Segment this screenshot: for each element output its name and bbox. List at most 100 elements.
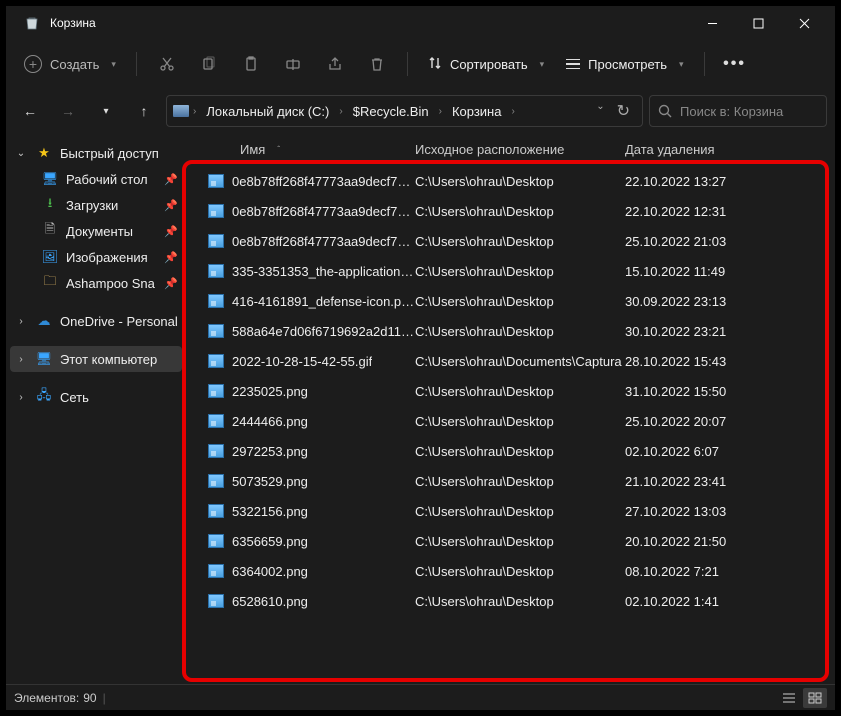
sidebar-item-network[interactable]: › 🖧 Сеть (6, 384, 186, 410)
file-row[interactable]: 335-3351353_the-application-proc...C:\Us… (186, 256, 835, 286)
more-button[interactable]: ••• (715, 46, 755, 82)
file-location: C:\Users\ohrau\Desktop (415, 294, 625, 309)
file-row[interactable]: 6356659.png C:\Users\ohrau\Desktop20.10.2… (186, 526, 835, 556)
file-row[interactable]: 0e8b78ff268f47773aa9decf77671a1f...C:\Us… (186, 196, 835, 226)
delete-button[interactable] (357, 46, 397, 82)
network-icon: 🖧 (36, 389, 52, 405)
sidebar: ⌄ ★ Быстрый доступ 🖥 Рабочий стол 📌 ⭳ За… (6, 134, 186, 684)
share-button[interactable] (315, 46, 355, 82)
sort-icon (428, 56, 442, 73)
file-row[interactable]: 6528610.pngC:\Users\ohrau\Desktop02.10.2… (186, 586, 835, 616)
maximize-button[interactable] (735, 6, 781, 40)
file-deleted-date: 30.10.2022 23:21 (625, 324, 831, 339)
file-row[interactable]: 588a64e7d06f6719692a2d11.pngC:\Users\ohr… (186, 316, 835, 346)
file-name: 0e8b78ff268f47773aa9decf77671a1f... (232, 234, 415, 249)
column-name[interactable]: Имя ˆ (190, 142, 415, 157)
close-button[interactable] (781, 6, 827, 40)
breadcrumb-bin[interactable]: Корзина (446, 100, 508, 123)
file-row[interactable]: 5073529.pngC:\Users\ohrau\Desktop21.10.2… (186, 466, 835, 496)
file-deleted-date: 15.10.2022 11:49 (625, 264, 831, 279)
pc-icon: 🖥 (36, 351, 52, 367)
sidebar-item-onedrive[interactable]: › ☁ OneDrive - Personal (6, 308, 186, 334)
column-location[interactable]: Исходное расположение (415, 142, 625, 157)
refresh-button[interactable]: ↻ (617, 101, 630, 121)
sidebar-item-documents[interactable]: 🗎 Документы 📌 (6, 218, 186, 244)
sort-button[interactable]: Сортировать ▾ (418, 50, 554, 79)
file-location: C:\Users\ohrau\Desktop (415, 264, 625, 279)
window-title: Корзина (50, 16, 689, 30)
view-details-button[interactable] (777, 688, 801, 708)
copy-button[interactable] (189, 46, 229, 82)
file-row[interactable]: 0e8b78ff268f47773aa9decf77671a1f...C:\Us… (186, 226, 835, 256)
file-location: C:\Users\ohrau\Desktop (415, 384, 625, 399)
desktop-icon: 🖥 (42, 171, 58, 187)
recent-button[interactable]: ▾ (90, 95, 122, 127)
cloud-icon: ☁ (36, 313, 52, 329)
cut-button[interactable] (147, 46, 187, 82)
file-deleted-date: 27.10.2022 13:03 (625, 504, 831, 519)
breadcrumb-drive[interactable]: Локальный диск (C:) (200, 100, 335, 123)
forward-button[interactable]: → (52, 95, 84, 127)
minimize-button[interactable] (689, 6, 735, 40)
file-name: 2235025.png (232, 384, 308, 399)
file-location: C:\Users\ohrau\Desktop (415, 414, 625, 429)
file-deleted-date: 08.10.2022 7:21 (625, 564, 831, 579)
drive-icon (173, 103, 189, 119)
file-location: C:\Users\ohrau\Desktop (415, 324, 625, 339)
file-name: 6364002.png (232, 564, 308, 579)
paste-button[interactable] (231, 46, 271, 82)
chevron-right-icon: › (14, 316, 28, 327)
file-row[interactable]: 5322156.png C:\Users\ohrau\Desktop27.10.2… (186, 496, 835, 526)
file-name: 5322156.png (232, 504, 308, 519)
file-name: 6356659.png (232, 534, 308, 549)
sidebar-item-pictures[interactable]: 🖼 Изображения 📌 (6, 244, 186, 270)
view-button[interactable]: Просмотреть ▾ (556, 51, 693, 78)
image-file-icon (208, 444, 224, 458)
chevron-down-icon: ▾ (540, 59, 545, 70)
status-label: Элементов: (14, 691, 79, 705)
address-bar[interactable]: › Локальный диск (C:) › $Recycle.Bin › К… (166, 95, 643, 127)
column-deleted[interactable]: Дата удаления (625, 142, 831, 157)
sidebar-item-quick[interactable]: ⌄ ★ Быстрый доступ (6, 140, 186, 166)
file-row[interactable]: 2235025.pngC:\Users\ohrau\Desktop31.10.2… (186, 376, 835, 406)
sidebar-item-thispc[interactable]: › 🖥 Этот компьютер (10, 346, 182, 372)
file-location: C:\Users\ohrau\Desktop (415, 504, 625, 519)
breadcrumb-recycle[interactable]: $Recycle.Bin (347, 100, 435, 123)
file-row[interactable]: 0e8b78ff268f47773aa9decf77671a1f...C:\Us… (186, 166, 835, 196)
breadcrumb-dropdown[interactable]: ⌄ (596, 101, 604, 121)
image-file-icon (208, 564, 224, 578)
sidebar-item-desktop[interactable]: 🖥 Рабочий стол 📌 (6, 166, 186, 192)
toolbar: + Создать ▾ Сортировать ▾ Просмотреть ▾ … (6, 40, 835, 88)
image-file-icon (208, 414, 224, 428)
file-name: 416-4161891_defense-icon.png (232, 294, 415, 309)
file-location: C:\Users\ohrau\Desktop (415, 234, 625, 249)
pin-icon: 📌 (164, 173, 178, 186)
file-row[interactable]: 2444466.pngC:\Users\ohrau\Desktop25.10.2… (186, 406, 835, 436)
file-location: C:\Users\ohrau\Desktop (415, 534, 625, 549)
image-file-icon (208, 384, 224, 398)
up-button[interactable]: ↑ (128, 95, 160, 127)
downloads-icon: ⭳ (42, 197, 58, 213)
rename-button[interactable] (273, 46, 313, 82)
sidebar-item-downloads[interactable]: ⭳ Загрузки 📌 (6, 192, 186, 218)
search-box[interactable]: Поиск в: Корзина (649, 95, 827, 127)
create-label: Создать (50, 57, 99, 72)
file-deleted-date: 25.10.2022 21:03 (625, 234, 831, 249)
pin-icon: 📌 (164, 251, 178, 264)
file-row[interactable]: 6364002.pngC:\Users\ohrau\Desktop08.10.2… (186, 556, 835, 586)
file-name: 335-3351353_the-application-proc... (232, 264, 415, 279)
titlebar: Корзина (6, 6, 835, 40)
sidebar-item-ashampoo[interactable]: 🗀 Ashampoo Sna 📌 (6, 270, 186, 296)
view-large-button[interactable] (803, 688, 827, 708)
file-location: C:\Users\ohrau\Desktop (415, 474, 625, 489)
file-name: 2972253.png (232, 444, 308, 459)
back-button[interactable]: ← (14, 95, 46, 127)
create-button[interactable]: + Создать ▾ (14, 49, 126, 79)
search-icon (658, 104, 672, 118)
file-row[interactable]: 416-4161891_defense-icon.pngC:\Users\ohr… (186, 286, 835, 316)
file-deleted-date: 20.10.2022 21:50 (625, 534, 831, 549)
file-deleted-date: 02.10.2022 1:41 (625, 594, 831, 609)
image-file-icon (208, 324, 224, 338)
file-row[interactable]: 2022-10-28-15-42-55.gifC:\Users\ohrau\Do… (186, 346, 835, 376)
file-row[interactable]: 2972253.pngC:\Users\ohrau\Desktop02.10.2… (186, 436, 835, 466)
